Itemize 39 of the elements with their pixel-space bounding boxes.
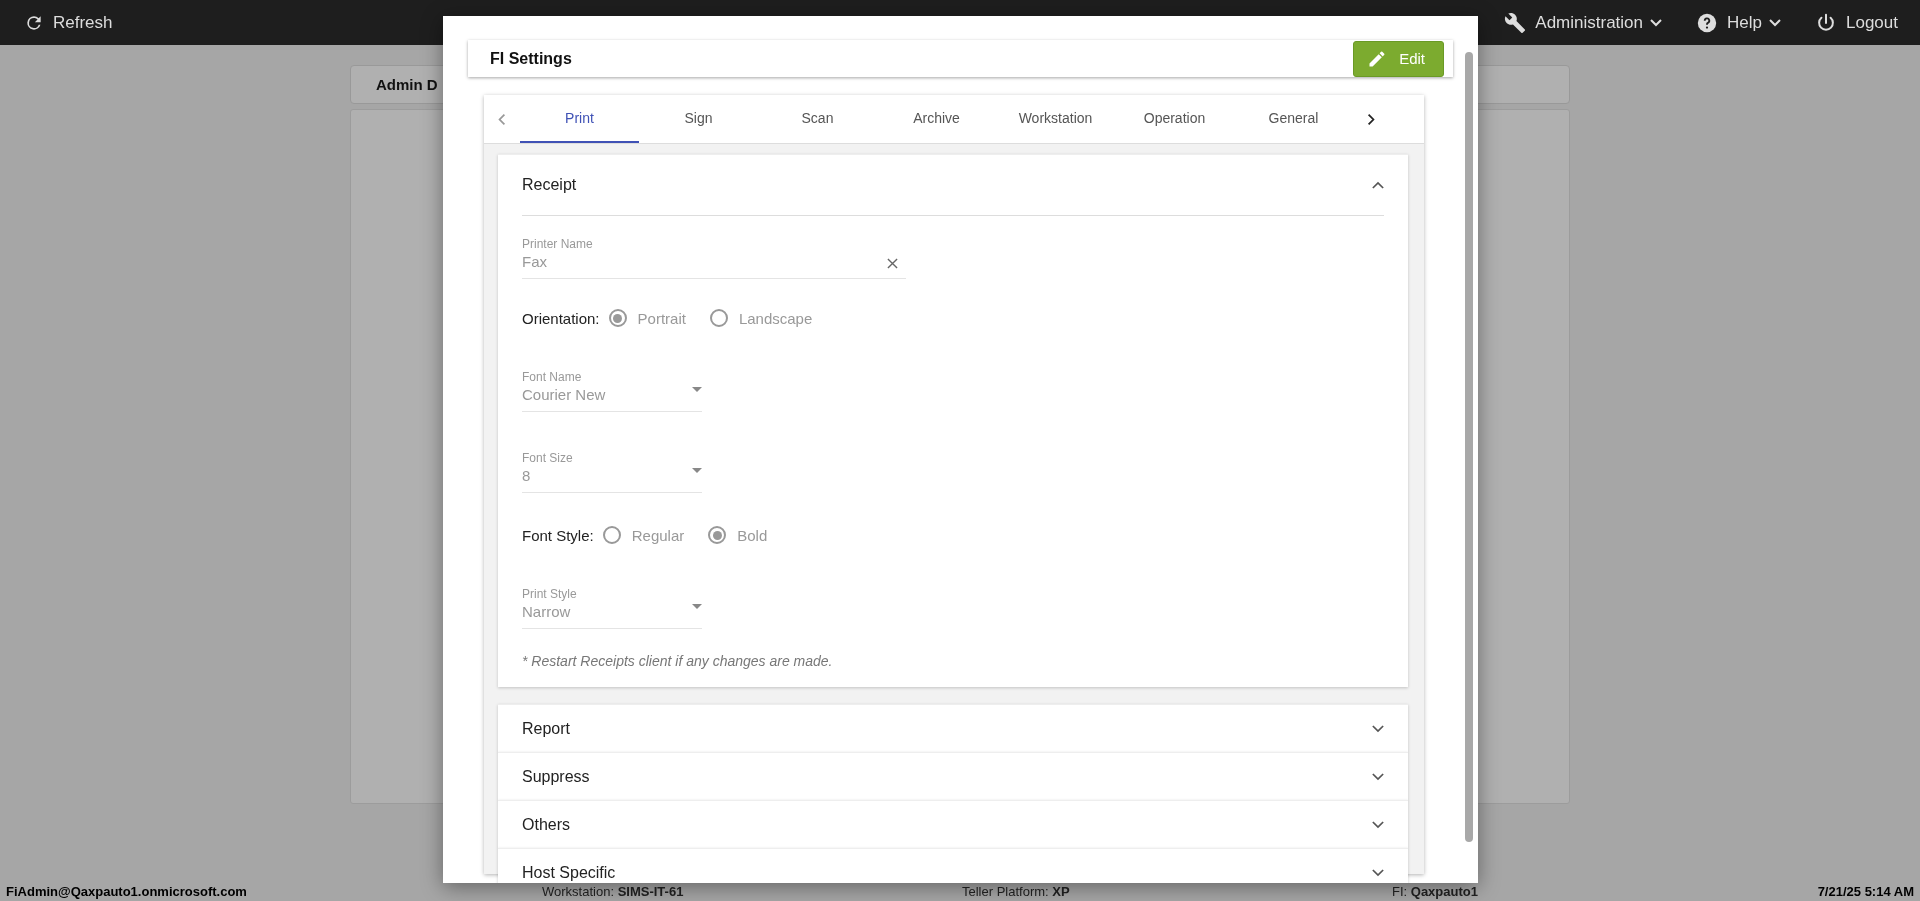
panel-header[interactable]: Host Specific xyxy=(498,849,1408,883)
status-item: Teller Platform: XP xyxy=(962,883,1071,899)
user-email: FiAdmin@Qaxpauto1.onmicrosoft.com xyxy=(6,883,248,899)
menu-button[interactable]: Administration xyxy=(1504,11,1663,34)
chevron-right-icon xyxy=(1367,112,1375,126)
chevron-icon xyxy=(1372,181,1384,189)
chevron-icon xyxy=(1372,772,1384,781)
chevron-icon xyxy=(1372,724,1384,733)
tab[interactable]: Operation xyxy=(1115,95,1234,143)
status-item: FI: Qaxpauto1 xyxy=(1392,883,1479,899)
radio-group-label: Orientation: xyxy=(522,309,600,327)
chevron-left-icon xyxy=(498,112,506,126)
clear-icon[interactable] xyxy=(887,258,898,269)
restart-note: * Restart Receipts client if any changes are made. xyxy=(522,653,834,669)
chevron-icon xyxy=(1372,868,1384,877)
menu-button[interactable]: Help xyxy=(1696,11,1781,34)
tab[interactable]: Workstation xyxy=(996,95,1115,143)
panel-header[interactable]: Report xyxy=(498,705,1408,752)
tab[interactable]: Scan xyxy=(758,95,877,143)
chevron-icon xyxy=(1372,820,1384,829)
status-item: Workstation: SIMS-IT-61 xyxy=(542,883,685,899)
help-icon xyxy=(1696,11,1719,34)
tab[interactable]: Archive xyxy=(877,95,996,143)
dropdown-icon xyxy=(692,387,702,392)
menu-button[interactable]: Logout xyxy=(1815,11,1898,34)
wrench-icon xyxy=(1504,11,1527,34)
dialog-title: FI Settings xyxy=(490,49,572,68)
refresh-button[interactable]: Refresh xyxy=(24,12,113,33)
tab[interactable]: General xyxy=(1234,95,1353,143)
dropdown-icon xyxy=(692,468,702,473)
panel-header[interactable]: Others xyxy=(498,801,1408,848)
page-title: Admin D xyxy=(376,76,438,93)
tab[interactable]: Sign xyxy=(639,95,758,143)
power-icon xyxy=(1815,11,1837,34)
panel-header[interactable]: Suppress xyxy=(498,753,1408,800)
panel-header[interactable]: Receipt xyxy=(522,155,1384,216)
status-datetime: 7/21/25 5:14 AM xyxy=(1817,883,1914,899)
dropdown-icon xyxy=(692,604,702,609)
radio-group-label: Font Style: xyxy=(522,526,594,544)
